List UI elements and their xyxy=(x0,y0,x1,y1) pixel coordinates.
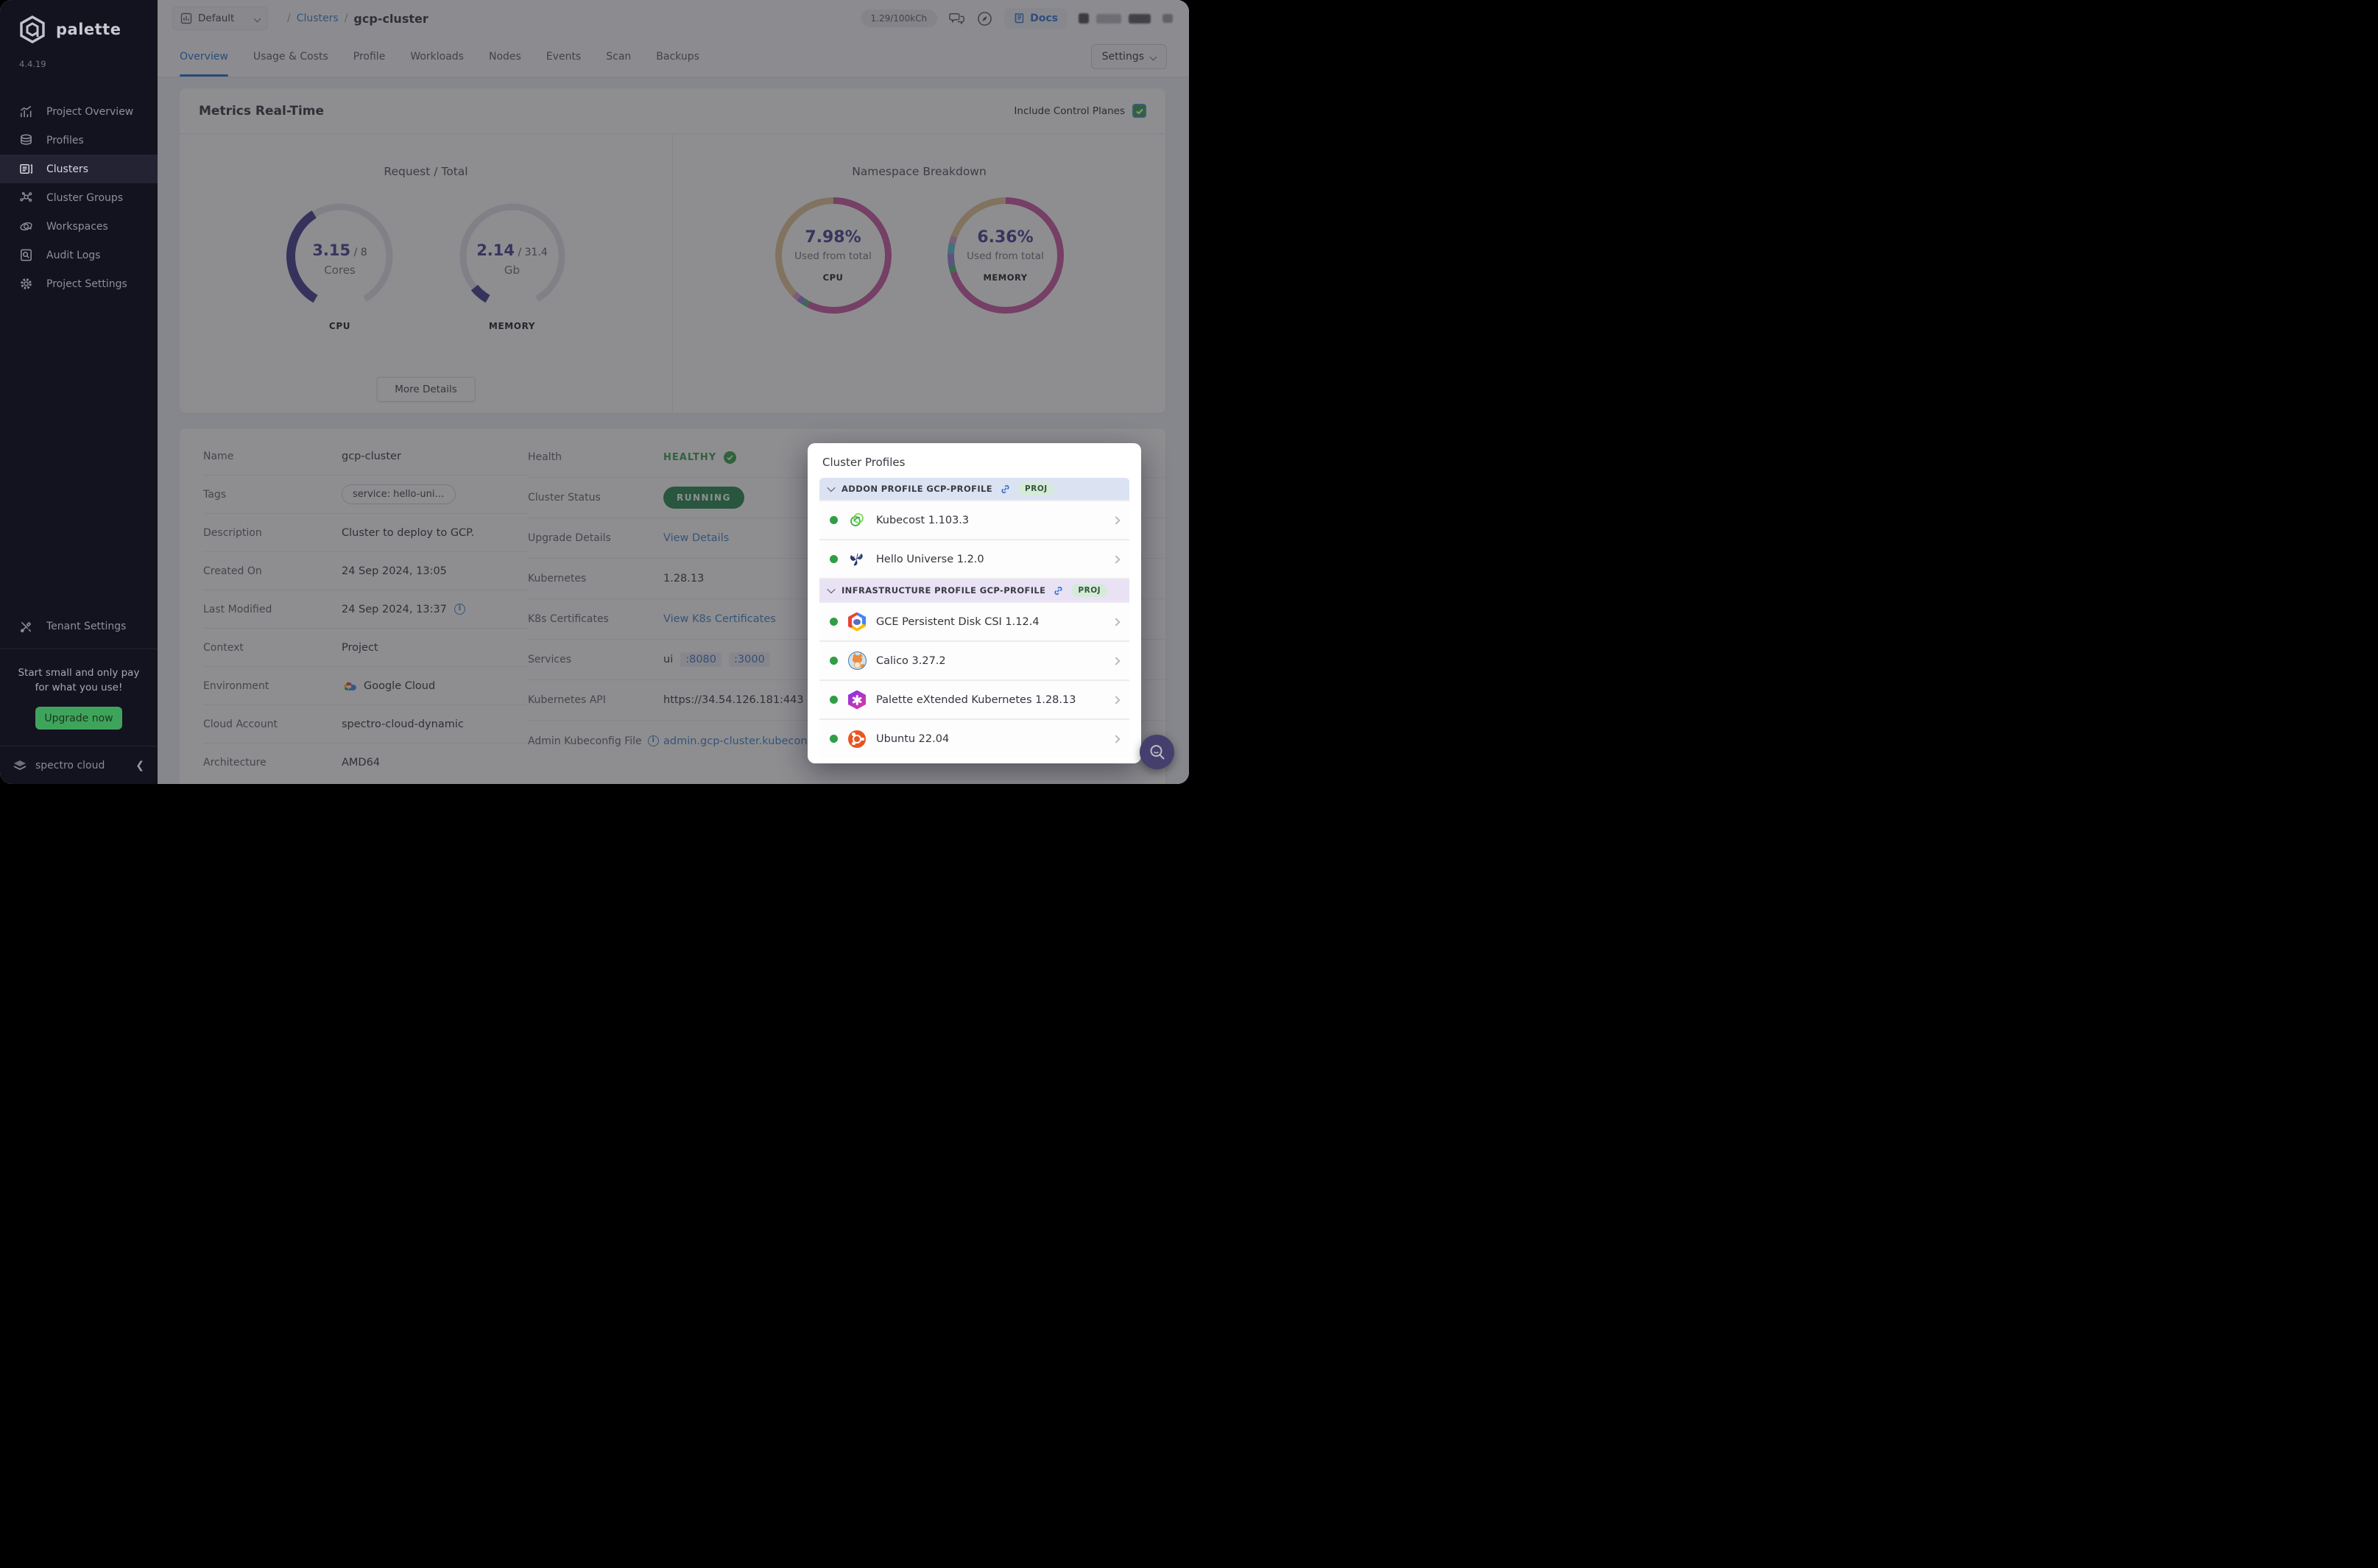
sidebar-footer: spectro cloud ❮ xyxy=(0,746,158,784)
status-dot xyxy=(830,618,838,626)
palette-logo-icon xyxy=(20,15,45,43)
sidebar-item-label: Clusters xyxy=(46,163,88,175)
chevron-right-icon xyxy=(1112,515,1121,525)
calico-icon xyxy=(847,651,867,671)
workspaces-icon xyxy=(20,222,32,230)
profile-item-gce-pd-csi[interactable]: GCE Persistent Disk CSI 1.12.4 xyxy=(819,603,1129,640)
profile-item-calico[interactable]: Calico 3.27.2 xyxy=(819,642,1129,679)
profile-item-name: Ubuntu 22.04 xyxy=(876,732,950,745)
overview-icon xyxy=(21,106,32,118)
clusters-icon xyxy=(20,164,32,174)
chevron-right-icon xyxy=(1112,695,1121,704)
chevron-right-icon xyxy=(1112,554,1121,564)
link-icon xyxy=(1054,586,1062,595)
status-dot xyxy=(830,696,838,704)
sidebar-item-project-settings[interactable]: Project Settings xyxy=(0,269,158,298)
profile-item-name: Hello Universe 1.2.0 xyxy=(876,553,984,565)
chevron-right-icon xyxy=(1112,617,1121,626)
sidebar: palette 4.4.19 Project Overview Profiles… xyxy=(0,0,158,784)
infrastructure-profile-header[interactable]: INFRASTRUCTURE PROFILE GCP-PROFILE PROJ xyxy=(819,579,1129,601)
chevron-right-icon xyxy=(1112,656,1121,665)
status-dot xyxy=(830,516,838,524)
cluster-profiles-popup: Cluster Profiles ADDON PROFILE GCP-PROFI… xyxy=(808,443,1141,763)
gce-persistent-disk-icon xyxy=(847,612,867,632)
sidebar-item-workspaces[interactable]: Workspaces xyxy=(0,212,158,241)
search-icon xyxy=(1150,744,1164,759)
status-dot xyxy=(830,657,838,665)
profile-item-palette-extended-kubernetes[interactable]: Palette eXtended Kubernetes 1.28.13 xyxy=(819,681,1129,718)
sidebar-item-profiles[interactable]: Profiles xyxy=(0,126,158,155)
profiles-list: ADDON PROFILE GCP-PROFILE PROJ Kubecost … xyxy=(819,478,1129,757)
addon-profile-header[interactable]: ADDON PROFILE GCP-PROFILE PROJ xyxy=(819,478,1129,500)
gear-icon xyxy=(21,278,32,289)
app-window: palette 4.4.19 Project Overview Profiles… xyxy=(0,0,1189,784)
proj-badge: PROJ xyxy=(1071,584,1108,597)
ubuntu-icon xyxy=(847,730,867,749)
profile-item-name: GCE Persistent Disk CSI 1.12.4 xyxy=(876,615,1040,628)
sidebar-menu: Project Overview Profiles Clusters Clust… xyxy=(0,97,158,298)
footer-brand: spectro cloud xyxy=(35,759,105,771)
profile-item-name: Calico 3.27.2 xyxy=(876,654,946,667)
spectro-cloud-logo-icon xyxy=(13,760,27,770)
profile-item-name: Kubecost 1.103.3 xyxy=(876,514,970,526)
app-version: 4.4.19 xyxy=(19,59,46,69)
sidebar-tenant-section: Tenant Settings xyxy=(0,612,158,641)
sidebar-item-label: Tenant Settings xyxy=(46,621,127,632)
profile-item-ubuntu[interactable]: Ubuntu 22.04 xyxy=(819,720,1129,757)
sidebar-item-label: Project Settings xyxy=(46,278,127,290)
chevron-down-icon xyxy=(827,585,836,594)
palette-kubernetes-icon xyxy=(847,690,867,710)
brand-name: palette xyxy=(56,21,121,38)
sidebar-item-label: Audit Logs xyxy=(46,249,101,261)
link-icon xyxy=(1001,484,1009,493)
sidebar-item-cluster-groups[interactable]: Cluster Groups xyxy=(0,183,158,212)
brand: palette xyxy=(0,0,158,49)
sidebar-item-label: Workspaces xyxy=(46,220,108,233)
upgrade-now-button[interactable]: Upgrade now xyxy=(35,707,122,730)
profiles-icon xyxy=(21,134,32,145)
cluster-groups-icon xyxy=(20,191,32,202)
proj-badge: PROJ xyxy=(1018,482,1054,495)
profile-item-kubecost[interactable]: Kubecost 1.103.3 xyxy=(819,501,1129,539)
sidebar-item-label: Project Overview xyxy=(46,105,134,118)
hello-universe-icon xyxy=(847,550,867,569)
sidebar-item-tenant-settings[interactable]: Tenant Settings xyxy=(0,612,158,641)
tools-icon xyxy=(20,621,32,632)
sidebar-item-label: Cluster Groups xyxy=(46,191,124,204)
status-dot xyxy=(830,735,838,743)
chevron-right-icon xyxy=(1112,734,1121,744)
profile-item-hello-universe[interactable]: Hello Universe 1.2.0 xyxy=(819,540,1129,578)
section-name: INFRASTRUCTURE PROFILE GCP-PROFILE xyxy=(842,585,1046,596)
search-fab-button[interactable] xyxy=(1140,735,1174,769)
chevron-down-icon xyxy=(827,483,836,492)
popup-title: Cluster Profiles xyxy=(822,456,906,469)
sidebar-collapse-icon[interactable]: ❮ xyxy=(135,760,144,771)
audit-logs-icon xyxy=(21,249,32,261)
sidebar-item-audit-logs[interactable]: Audit Logs xyxy=(0,241,158,269)
sidebar-item-label: Profiles xyxy=(46,134,84,146)
status-dot xyxy=(830,555,838,563)
sidebar-item-clusters[interactable]: Clusters xyxy=(0,155,158,183)
kubecost-icon xyxy=(847,511,867,530)
sidebar-item-project-overview[interactable]: Project Overview xyxy=(0,97,158,126)
profile-item-name: Palette eXtended Kubernetes 1.28.13 xyxy=(876,693,1076,706)
section-name: ADDON PROFILE GCP-PROFILE xyxy=(842,484,993,494)
upgrade-promo-text: Start small and only pay for what you us… xyxy=(0,648,158,696)
